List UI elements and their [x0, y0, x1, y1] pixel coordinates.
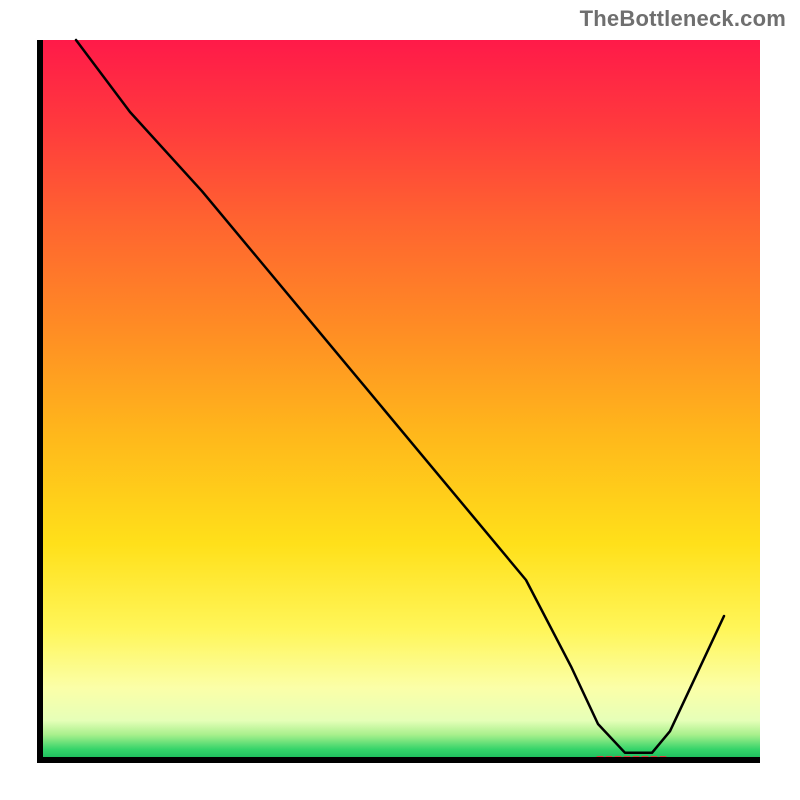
bottleneck-chart: [0, 0, 800, 800]
plot-background: [40, 40, 760, 760]
watermark-text: TheBottleneck.com: [580, 6, 786, 32]
